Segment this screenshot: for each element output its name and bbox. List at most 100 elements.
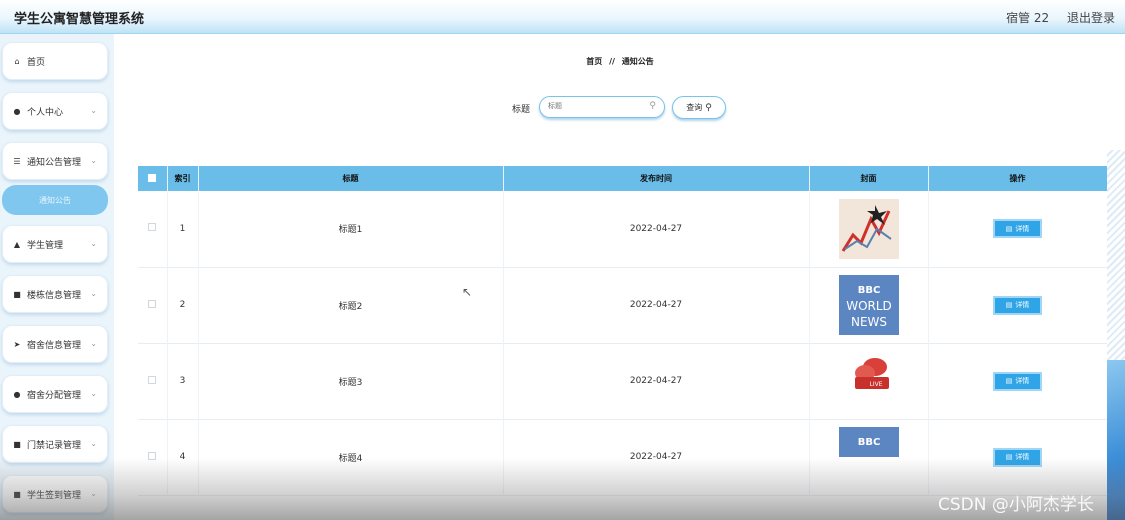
detail-button[interactable]: ▤ 详情 xyxy=(993,295,1042,315)
user-name: 宿管 22 xyxy=(1006,11,1050,25)
search-box[interactable]: ⚲ xyxy=(539,96,665,118)
row-date: 2022-04-27 xyxy=(503,267,810,343)
sidebar-item-label: 学生签到管理 xyxy=(27,490,82,501)
sidebar: ⌂ 首页 ● 个人中心 ⌄ ☰ 通知公告管理 ⌄ 通知公告 ▲ 学生管理 ⌄ ■… xyxy=(0,34,114,520)
cover-bbc-text: BBC xyxy=(857,285,880,296)
breadcrumb-home[interactable]: 首页 xyxy=(586,57,602,66)
cover-world-text: WORLD xyxy=(846,299,892,313)
row-cover: BBC WORLD NEWS xyxy=(809,267,929,343)
row-index: 2 xyxy=(167,267,199,343)
chevron-down-icon: ⌄ xyxy=(90,389,97,398)
cover-chart-graphic xyxy=(838,198,899,259)
grid-icon: ■ xyxy=(13,489,21,499)
select-all-cell xyxy=(138,166,168,191)
detail-button-label: 详情 xyxy=(1015,453,1030,461)
chevron-down-icon: ⌄ xyxy=(90,339,97,348)
row-checkbox[interactable] xyxy=(148,451,157,460)
app-title: 学生公寓智慧管理系统 xyxy=(14,12,145,27)
table-header-row: 索引 标题 发布时间 封面 操作 xyxy=(138,166,1108,191)
sidebar-item-label: 楼栋信息管理 xyxy=(27,290,82,301)
logout-link[interactable]: 退出登录 xyxy=(1067,11,1115,25)
search-icon: ⚲ xyxy=(649,101,656,111)
select-all-checkbox[interactable] xyxy=(148,173,157,182)
document-icon: ▤ xyxy=(1005,377,1013,385)
mouse-cursor-icon: ↖ xyxy=(462,285,473,299)
sidebar-item-label: 首页 xyxy=(27,57,46,68)
row-cover: BBC xyxy=(809,419,929,495)
row-date: 2022-04-27 xyxy=(503,419,810,495)
cover-live-news-graphic: LIVE xyxy=(838,351,899,411)
sidebar-subitem-notice[interactable]: 通知公告 xyxy=(2,185,108,215)
row-index: 4 xyxy=(167,419,199,495)
query-button[interactable]: 查询 ⚲ xyxy=(672,96,726,119)
chevron-down-icon: ⌄ xyxy=(90,106,97,115)
title-search-input[interactable] xyxy=(548,102,644,110)
document-icon: ▤ xyxy=(1005,224,1013,233)
row-checkbox[interactable] xyxy=(148,223,157,232)
sidebar-item-label: 门禁记录管理 xyxy=(27,440,82,451)
sidebar-item-label: 通知公告管理 xyxy=(27,157,82,168)
row-title: 标题3 xyxy=(198,343,504,419)
column-header-date: 发布时间 xyxy=(503,166,810,191)
breadcrumb-separator: // xyxy=(609,57,615,66)
right-decoration-wave xyxy=(1107,360,1125,520)
detail-button[interactable]: ▤ 详情 xyxy=(993,371,1042,391)
table-row: 4 标题4 2022-04-27 BBC ▤ 详情 xyxy=(138,419,1108,495)
cover-news-text: NEWS xyxy=(850,315,886,329)
column-header-cover: 封面 xyxy=(809,166,929,191)
sidebar-item-label: 个人中心 xyxy=(27,107,64,118)
chevron-down-icon: ⌄ xyxy=(90,239,97,248)
thumb-icon: ▲ xyxy=(13,239,21,249)
row-title: 标题4 xyxy=(198,419,504,495)
user-icon: ● xyxy=(13,106,21,116)
column-header-index: 索引 xyxy=(167,166,199,191)
document-icon: ▤ xyxy=(1005,301,1013,309)
sidebar-item-student-management[interactable]: ▲ 学生管理 ⌄ xyxy=(2,225,108,263)
chevron-down-icon: ⌄ xyxy=(90,489,97,498)
table-row: 3 标题3 2022-04-27 LIVE ▤ 详情 xyxy=(138,343,1108,419)
search-icon: ⚲ xyxy=(705,102,712,113)
detail-button[interactable]: ▤ 详情 xyxy=(993,447,1042,467)
sidebar-item-dorm-assign-management[interactable]: ● 宿舍分配管理 ⌄ xyxy=(2,375,108,413)
row-index: 1 xyxy=(167,191,199,267)
row-cover: LIVE xyxy=(809,343,929,419)
sidebar-item-label: 宿舍信息管理 xyxy=(27,340,82,351)
chevron-down-icon: ⌄ xyxy=(90,156,97,165)
header-user-area: 宿管 22 退出登录 xyxy=(992,9,1115,26)
row-date: 2022-04-27 xyxy=(503,191,810,267)
sidebar-item-notice-management[interactable]: ☰ 通知公告管理 ⌄ xyxy=(2,142,108,180)
notice-table: 索引 标题 发布时间 封面 操作 1 标题1 2022-04-27 ▤ 详情 2… xyxy=(138,166,1108,520)
row-index: 3 xyxy=(167,343,199,419)
breadcrumb-current: 通知公告 xyxy=(621,57,654,66)
detail-button-label: 详情 xyxy=(1015,377,1030,385)
row-date: 2022-04-27 xyxy=(503,343,810,419)
breadcrumb: 首页 // 通知公告 xyxy=(560,56,680,67)
column-header-title: 标题 xyxy=(198,166,504,191)
cover-live-text: LIVE xyxy=(869,381,882,388)
table-row: 1 标题1 2022-04-27 ▤ 详情 xyxy=(138,191,1108,267)
sidebar-item-label: 宿舍分配管理 xyxy=(27,390,82,401)
sidebar-item-building-management[interactable]: ■ 楼栋信息管理 ⌄ xyxy=(2,275,108,313)
sidebar-item-personal-center[interactable]: ● 个人中心 ⌄ xyxy=(2,92,108,130)
query-button-label: 查询 xyxy=(686,103,703,112)
sidebar-item-label: 学生管理 xyxy=(27,240,64,251)
row-checkbox[interactable] xyxy=(148,375,157,384)
sidebar-item-checkin-management[interactable]: ■ 学生签到管理 ⌄ xyxy=(2,475,108,513)
cover-bbc-text: BBC xyxy=(857,437,880,448)
chevron-down-icon: ⌄ xyxy=(90,289,97,298)
detail-button[interactable]: ▤ 详情 xyxy=(993,219,1042,239)
grid-icon: ■ xyxy=(13,439,21,449)
watermark: CSDN @小阿杰学长 xyxy=(938,495,1094,515)
search-label: 标题 xyxy=(512,105,531,115)
sidebar-item-home[interactable]: ⌂ 首页 xyxy=(2,42,108,80)
table-row: 2 标题2 2022-04-27 BBC WORLD NEWS ▤ 详情 xyxy=(138,267,1108,343)
column-header-actions: 操作 xyxy=(928,166,1108,191)
sidebar-item-access-log-management[interactable]: ■ 门禁记录管理 ⌄ xyxy=(2,425,108,463)
row-cover xyxy=(809,191,929,267)
detail-button-label: 详情 xyxy=(1015,224,1030,233)
document-icon: ▤ xyxy=(1005,453,1013,461)
row-checkbox[interactable] xyxy=(148,299,157,308)
send-icon: ➤ xyxy=(13,339,21,349)
cover-bbc-world-news: BBC WORLD NEWS xyxy=(838,275,899,335)
sidebar-item-dorm-info-management[interactable]: ➤ 宿舍信息管理 ⌄ xyxy=(2,325,108,363)
